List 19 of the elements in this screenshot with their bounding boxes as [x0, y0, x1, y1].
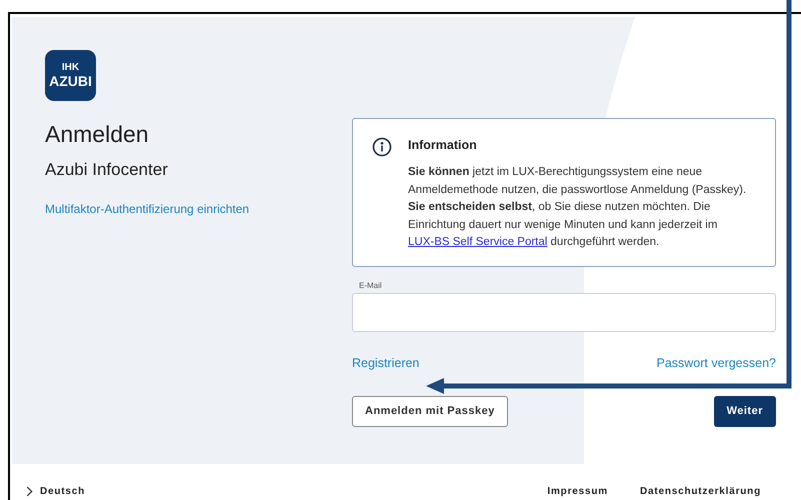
footer-link[interactable]: Datenschutzerklärung: [640, 486, 761, 497]
page-subtitle: Azubi Infocenter: [45, 160, 169, 180]
logo-text: AZUBI: [49, 73, 92, 89]
email-field[interactable]: [352, 292, 776, 332]
passkey-button[interactable]: Anmelden mit Passkey: [352, 396, 508, 426]
forgot-password-link[interactable]: Passwort vergessen?: [656, 356, 776, 370]
next-button[interactable]: Weiter: [714, 396, 776, 426]
language-selector[interactable]: Deutsch: [26, 486, 86, 497]
logo-text: IHK: [62, 62, 80, 73]
portal-link[interactable]: LUX-BS Self Service Portal: [408, 236, 548, 248]
mfa-link[interactable]: Multifaktor-Authentifizierung einrichten: [45, 202, 352, 216]
register-link[interactable]: Registrieren: [352, 356, 420, 370]
info-text: Sie können jetzt im LUX-Berechtigungssystem eine neue Anmeldemethode nutzen, die passwortlose Anmeldung (Passkey). Sie entscheiden selbst, ob Sie diese nutzen möchten. Die Einrichtung dauert nur wenige Minuten und kann jederzeit im LUX-BS Self Service Portal durchgeführt werden.: [408, 165, 748, 250]
chevron-icon: [26, 486, 33, 497]
field-label: E-Mail: [359, 280, 383, 290]
page-title: Anmelden: [45, 121, 150, 148]
footer-link[interactable]: Impressum: [547, 486, 608, 497]
info-title: Information: [408, 138, 478, 152]
info-icon: [372, 137, 392, 157]
